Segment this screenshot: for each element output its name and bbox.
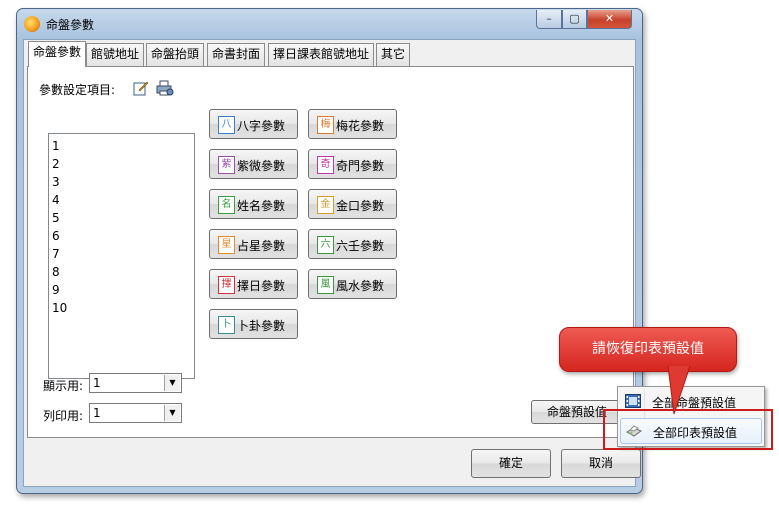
- edit-icon[interactable]: [133, 80, 149, 96]
- tab-panel: 參數設定項目: 1 2 3 4 5 6 7 8 9 10 八 八字參數 梅 梅花…: [27, 66, 634, 438]
- ok-button[interactable]: 確定: [471, 449, 551, 478]
- callout-pointer: [667, 366, 691, 415]
- display-label: 顯示用:: [43, 379, 84, 393]
- tab-shop-address[interactable]: 館號地址: [86, 43, 145, 66]
- chevron-down-icon[interactable]: ▼: [164, 405, 180, 421]
- callout-tooltip: 請恢復印表預設值: [559, 327, 737, 372]
- bazi-icon: 八: [218, 116, 235, 134]
- cancel-button[interactable]: 取消: [561, 449, 641, 478]
- tab-schedule-address[interactable]: 擇日課表館號地址: [268, 43, 375, 66]
- tab-book-cover[interactable]: 命書封面: [207, 43, 266, 66]
- qimen-icon: 奇: [317, 156, 334, 174]
- meihua-icon: 梅: [317, 116, 334, 134]
- list-item[interactable]: 8: [52, 263, 191, 281]
- chevron-down-icon[interactable]: ▼: [164, 375, 180, 391]
- bugua-icon: 卜: [218, 316, 235, 334]
- close-button[interactable]: ✕: [587, 10, 632, 29]
- print-label: 列印用:: [43, 409, 84, 423]
- button-label: 金口參數: [336, 199, 385, 213]
- list-item[interactable]: 9: [52, 281, 191, 299]
- ziwei-icon: 紫: [218, 156, 235, 174]
- tab-other[interactable]: 其它: [376, 43, 411, 66]
- button-label: 姓名參數: [237, 199, 286, 213]
- film-icon: [625, 394, 641, 408]
- params-label: 參數設定項目:: [39, 83, 116, 97]
- settings-window: 命盤參數 – ▢ ✕ 命盤參數 館號地址 命盤抬頭 命書封面 擇日課表館號地址 …: [16, 8, 643, 494]
- button-label: 紫微參數: [237, 159, 286, 173]
- list-item[interactable]: 4: [52, 191, 191, 209]
- maximize-button[interactable]: ▢: [562, 10, 587, 29]
- params-listbox[interactable]: 1 2 3 4 5 6 7 8 9 10: [48, 133, 195, 379]
- astrology-params-button[interactable]: 星 占星參數: [209, 229, 298, 259]
- liuren-params-button[interactable]: 六 六壬參數: [308, 229, 397, 259]
- button-label: 擇日參數: [237, 279, 286, 293]
- app-icon: [24, 16, 40, 32]
- button-label: 卜卦參數: [237, 319, 286, 333]
- minimize-button[interactable]: –: [536, 10, 562, 29]
- display-value: 1: [93, 376, 101, 390]
- tab-chart-header[interactable]: 命盤抬頭: [146, 43, 205, 66]
- list-item[interactable]: 10: [52, 299, 191, 317]
- astrology-icon: 星: [218, 236, 235, 254]
- fengshui-params-button[interactable]: 風 風水參數: [308, 269, 397, 299]
- list-item[interactable]: 3: [52, 173, 191, 191]
- list-item[interactable]: 2: [52, 155, 191, 173]
- title-bar[interactable]: 命盤參數 – ▢ ✕: [17, 9, 642, 39]
- print-select[interactable]: 1 ▼: [89, 403, 182, 423]
- ziwei-params-button[interactable]: 紫 紫微參數: [209, 149, 298, 179]
- name-icon: 名: [218, 196, 235, 214]
- list-item[interactable]: 5: [52, 209, 191, 227]
- tab-ming-pan-params[interactable]: 命盤參數: [28, 41, 87, 67]
- button-label: 六壬參數: [336, 239, 385, 253]
- name-params-button[interactable]: 名 姓名參數: [209, 189, 298, 219]
- printer-settings-icon[interactable]: [156, 80, 174, 96]
- liuren-icon: 六: [317, 236, 334, 254]
- button-label: 占星參數: [237, 239, 286, 253]
- list-item[interactable]: 7: [52, 245, 191, 263]
- jinkou-params-button[interactable]: 金 金口參數: [308, 189, 397, 219]
- window-title: 命盤參數: [46, 18, 95, 32]
- list-item[interactable]: 6: [52, 227, 191, 245]
- button-label: 奇門參數: [336, 159, 385, 173]
- fengshui-icon: 風: [317, 276, 334, 294]
- list-item[interactable]: 1: [52, 137, 191, 155]
- bugua-params-button[interactable]: 卜 卜卦參數: [209, 309, 298, 339]
- button-label: 風水參數: [336, 279, 385, 293]
- qimen-params-button[interactable]: 奇 奇門參數: [308, 149, 397, 179]
- meihua-params-button[interactable]: 梅 梅花參數: [308, 109, 397, 139]
- zeri-params-button[interactable]: 擇 擇日參數: [209, 269, 298, 299]
- zeri-icon: 擇: [218, 276, 235, 294]
- button-label: 八字參數: [237, 119, 286, 133]
- bazi-params-button[interactable]: 八 八字參數: [209, 109, 298, 139]
- display-select[interactable]: 1 ▼: [89, 373, 182, 393]
- button-label: 梅花參數: [336, 119, 385, 133]
- jinkou-icon: 金: [317, 196, 334, 214]
- client-area: 命盤參數 館號地址 命盤抬頭 命書封面 擇日課表館號地址 其它 參數設定項目: …: [23, 39, 641, 487]
- print-value: 1: [93, 406, 101, 420]
